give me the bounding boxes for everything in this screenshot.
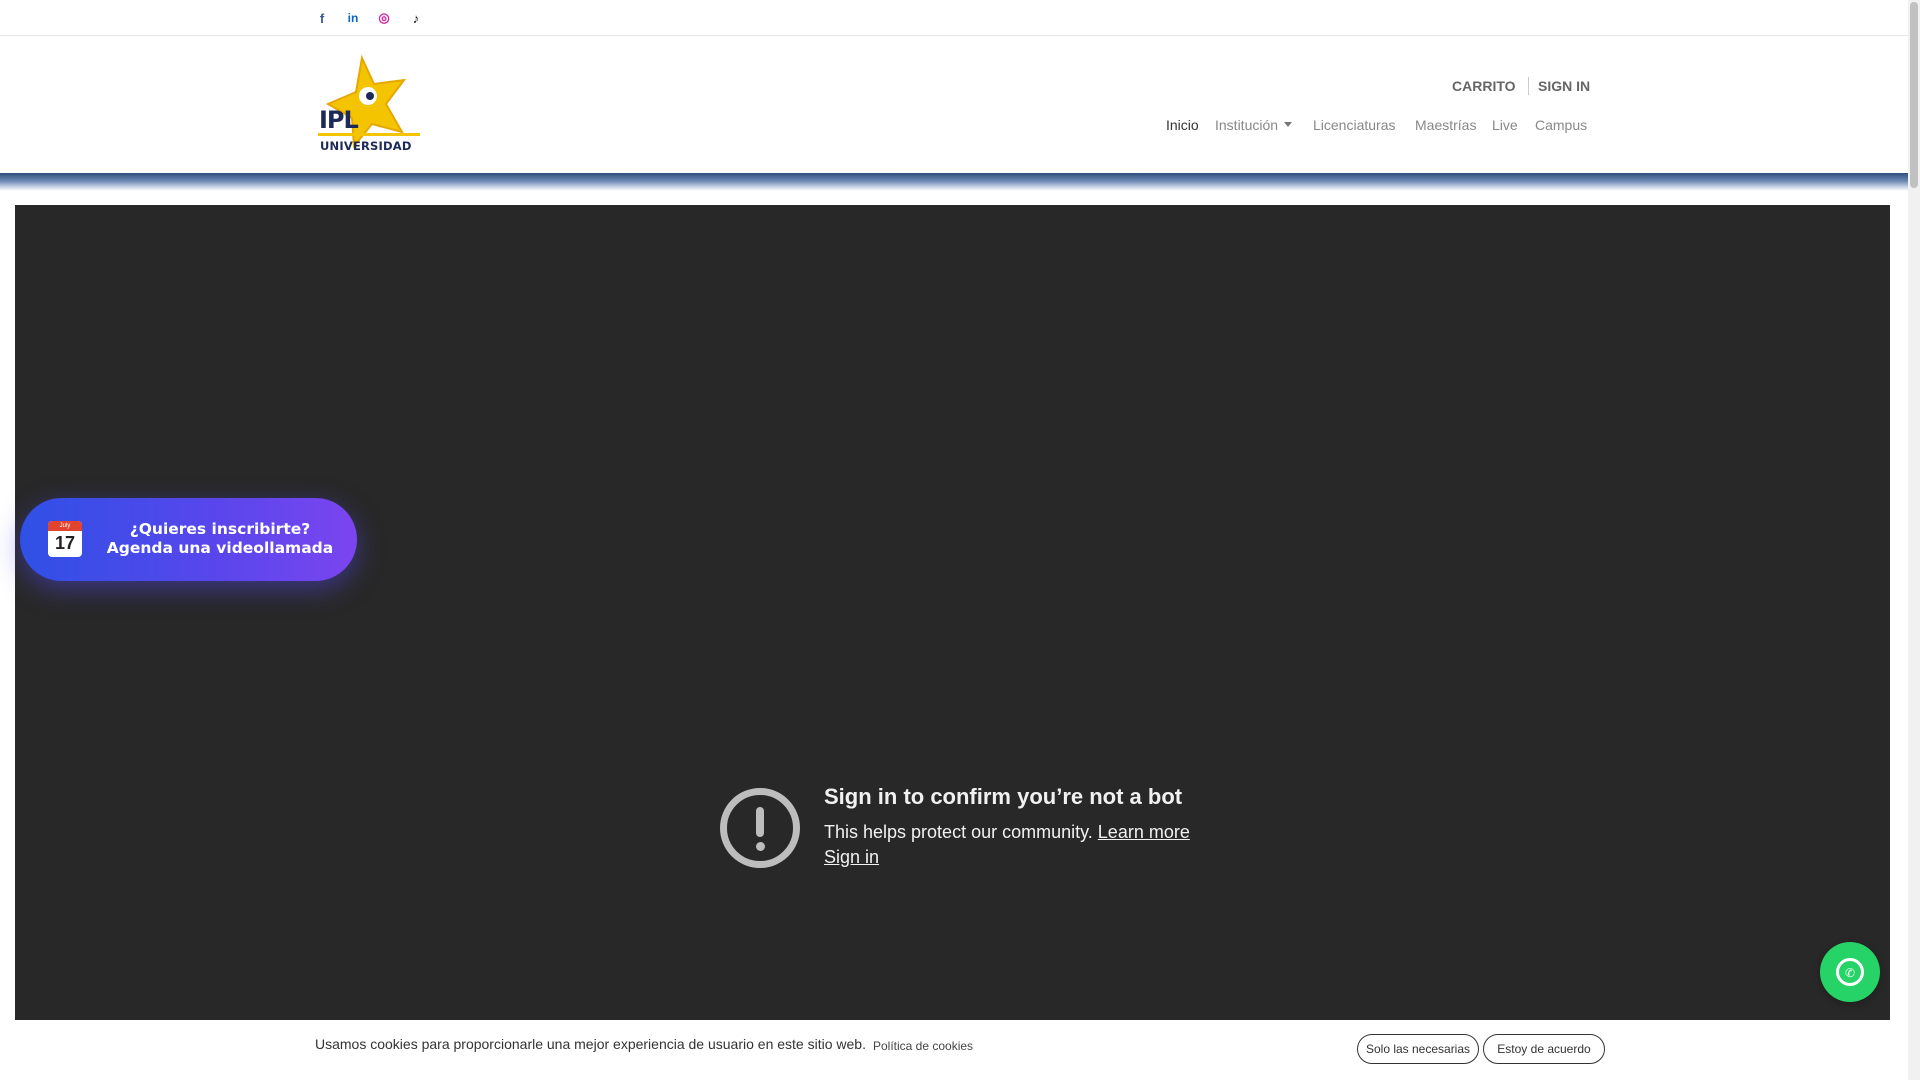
cta-label: ¿Quieres inscribirte? Agenda una videoll… — [90, 520, 350, 558]
exclamation-dot — [755, 842, 765, 851]
calendar-day: 17 — [54, 533, 76, 553]
scrollbar-thumb[interactable] — [1910, 2, 1918, 188]
social-bar: f in ◎ ♪ — [0, 0, 1908, 36]
header-shadow — [0, 173, 1908, 191]
nav-item-institucion[interactable]: Institución — [1215, 115, 1293, 135]
instagram-icon[interactable]: ◎ — [376, 10, 392, 26]
tiktok-icon[interactable]: ♪ — [408, 10, 424, 26]
nav-item-inicio[interactable]: Inicio — [1166, 115, 1199, 135]
calendar-month: July — [48, 521, 82, 531]
accept-cookies-button[interactable]: Estoy de acuerdo — [1483, 1034, 1605, 1064]
cookie-banner: Usamos cookies para proporcionarle una m… — [0, 1020, 1908, 1080]
cart-link[interactable]: CARRITO — [1452, 77, 1516, 95]
schedule-videocall-button[interactable]: July 17 ¿Quieres inscribirte? Agenda una… — [20, 498, 357, 581]
necessary-cookies-button[interactable]: Solo las necesarias — [1357, 1034, 1479, 1064]
video-error-text: This helps protect our community. Learn … — [824, 822, 1190, 843]
phone-glyph: ✆ — [1845, 966, 1856, 980]
site-header: IPL UNIVERSIDAD CARRITO SIGN IN Inicio I… — [0, 37, 1908, 173]
nav-item-label: Institución — [1215, 117, 1279, 133]
whatsapp-button[interactable]: ✆ — [1820, 942, 1880, 1002]
facebook-icon[interactable]: f — [314, 10, 330, 26]
linkedin-icon[interactable]: in — [345, 10, 361, 26]
exclamation-bar — [756, 807, 764, 837]
cta-line-2: Agenda una videollamada — [106, 539, 334, 557]
nav-item-maestrias[interactable]: Maestrías — [1415, 115, 1476, 135]
nav-item-campus[interactable]: Campus — [1535, 115, 1587, 135]
page-scrollbar[interactable] — [1908, 0, 1920, 1080]
cookie-message: Usamos cookies para proporcionarle una m… — [315, 1036, 866, 1052]
calendar-icon: July 17 — [48, 521, 82, 557]
video-error-message: This helps protect our community. — [824, 822, 1093, 842]
caret-down-icon — [1284, 122, 1293, 127]
whatsapp-icon: ✆ — [1836, 958, 1864, 986]
video-error-title: Sign in to confirm you’re not a bot — [824, 784, 1183, 809]
logo-text: IPL — [319, 106, 359, 134]
nav-item-live[interactable]: Live — [1492, 115, 1518, 135]
site-logo[interactable]: IPL UNIVERSIDAD — [316, 54, 422, 158]
learn-more-link[interactable]: Learn more — [1098, 822, 1190, 842]
logo-subtitle: UNIVERSIDAD — [320, 139, 412, 153]
nav-item-licenciaturas[interactable]: Licenciaturas — [1313, 115, 1396, 135]
cookie-policy-link[interactable]: Política de cookies — [873, 1039, 973, 1053]
video-embed[interactable] — [15, 205, 1890, 1020]
header-divider — [1528, 77, 1529, 95]
exclamation-circle-icon — [720, 788, 800, 868]
video-sign-in-link[interactable]: Sign in — [824, 847, 879, 868]
cta-line-1: ¿Quieres inscribirte? — [129, 520, 311, 538]
sign-in-link[interactable]: SIGN IN — [1538, 77, 1590, 95]
